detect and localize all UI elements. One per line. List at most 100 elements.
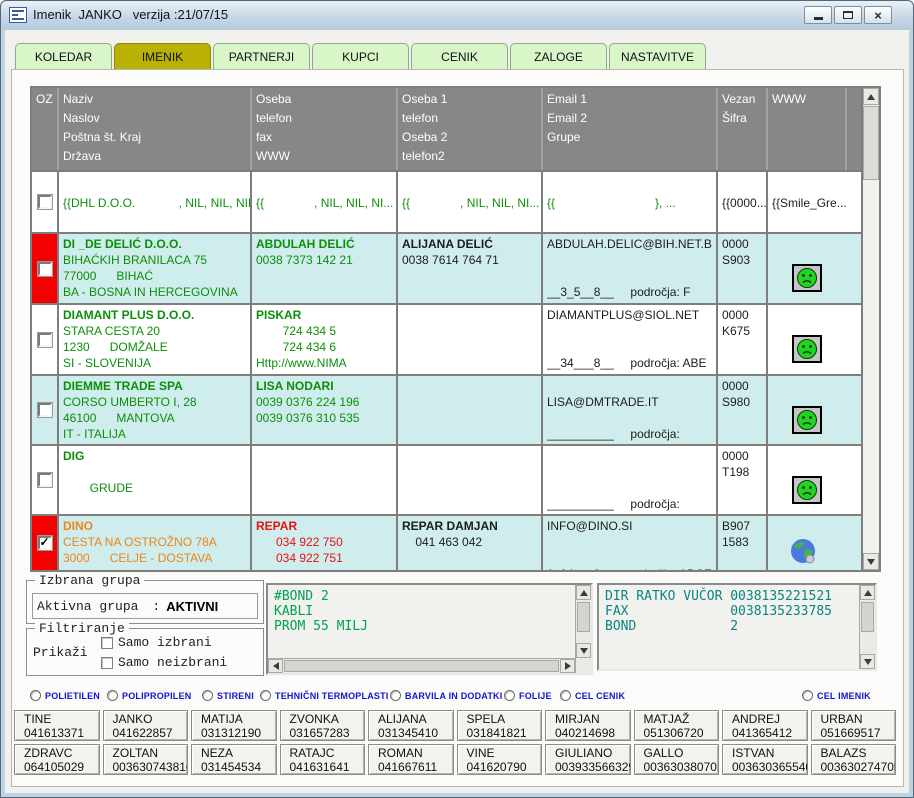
contact-button-neza[interactable]: NEZA031454534 — [191, 744, 277, 775]
table-row[interactable]: DIAMANT PLUS D.O.O. STARA CESTA 20 1230 … — [32, 305, 861, 376]
scroll-up-button[interactable] — [863, 88, 879, 105]
tab-cenik[interactable]: CENIK — [411, 43, 508, 69]
contact-button-roman[interactable]: ROMAN041667611 — [368, 744, 454, 775]
row-checkbox[interactable] — [38, 473, 52, 487]
tab-kupci[interactable]: KUPCI — [312, 43, 409, 69]
smiley-icon — [796, 409, 818, 431]
notes-memo[interactable]: #BOND 2 KABLI PROM 55 MILJ — [266, 583, 593, 675]
maximize-button[interactable] — [834, 6, 862, 24]
notes-vscrollbar[interactable] — [575, 585, 591, 673]
contact-button-matija[interactable]: MATIJA031312190 — [191, 710, 277, 741]
www-button[interactable] — [792, 406, 822, 434]
row-checkbox[interactable] — [38, 195, 52, 209]
cell-naziv: DIG — [63, 448, 250, 464]
table-row[interactable]: DIEMME TRADE SPA CORSO UMBERTO I, 28 461… — [32, 376, 861, 446]
cell-grupe: __________ področja: — [547, 426, 716, 442]
contact-button-ratajc[interactable]: RATAJC041631641 — [280, 744, 366, 775]
active-group-value: AKTIVNI — [166, 599, 218, 614]
cell-email: INFO@DINO.SI — [547, 518, 716, 534]
contact-button-istvan[interactable]: ISTVAN003630365540 — [722, 744, 808, 775]
www-button[interactable] — [792, 476, 822, 504]
notes-hscrollbar[interactable] — [268, 658, 575, 673]
col-oz[interactable]: OZ — [36, 90, 57, 109]
contact-button-matjaz[interactable]: MATJAŽ051306720 — [634, 710, 720, 741]
cell-naziv: DINO — [63, 518, 250, 534]
contact-button-mirjan[interactable]: MIRJAN040214698 — [545, 710, 631, 741]
only-selected-checkbox[interactable] — [101, 637, 113, 649]
contact-button-alijana[interactable]: ALIJANA031345410 — [368, 710, 454, 741]
contact-button-zoltan[interactable]: ZOLTAN003630743816 — [103, 744, 189, 775]
cell-oseba1: {{ , NIL, NIL, NI... — [402, 195, 539, 211]
contact-button-andrej[interactable]: ANDREJ041365412 — [722, 710, 808, 741]
row-checkbox[interactable] — [38, 333, 52, 347]
table-row[interactable]: DI _DE DELIĆ D.O.O. BIHAĆKIH BRANILACA 7… — [32, 234, 861, 305]
contact-button-vine[interactable]: VINE041620790 — [457, 744, 543, 775]
tab-zaloge[interactable]: ZALOGE — [510, 43, 607, 69]
cell-vezan: B907 — [722, 518, 766, 534]
cell-oseba1: ALIJANA DELIĆ — [402, 236, 541, 252]
only-unselected-checkbox[interactable] — [101, 657, 113, 669]
cell-naziv: DIAMANT PLUS D.O.O. — [63, 307, 250, 323]
titlebar[interactable]: Imenik JANKO verzija :21/07/15 × — [1, 1, 913, 30]
tab-koledar[interactable]: KOLEDAR — [15, 43, 112, 69]
radio-polipropilen[interactable]: POLIPROPILEN — [107, 690, 191, 701]
scroll-down-button[interactable] — [863, 553, 879, 570]
contact-info-memo[interactable]: DIR RATKO VUČOR 0038135221521 FAX 003813… — [597, 583, 877, 671]
active-group-field: Aktivna grupa : AKTIVNI — [32, 593, 258, 619]
col-www: WWW — [256, 147, 396, 166]
cell-email: {{ }, ... — [547, 195, 676, 211]
col-oseba[interactable]: Oseba — [256, 90, 396, 109]
contact-button-giuliano[interactable]: GIULIANO003933566329 — [545, 744, 631, 775]
www-button[interactable] — [792, 335, 822, 363]
contact-button-urban[interactable]: URBAN051669517 — [811, 710, 897, 741]
contact-button-zvonka[interactable]: ZVONKA031657283 — [280, 710, 366, 741]
contact-button-balazs[interactable]: BALAZS003630274705 — [811, 744, 897, 775]
radio-barvila-in-dodatki[interactable]: BARVILA IN DODATKI — [390, 690, 502, 701]
col-naziv[interactable]: Naziv — [63, 90, 250, 109]
scrollbar-thumb[interactable] — [863, 106, 879, 180]
table-row[interactable]: DINO CESTA NA OSTROŽNO 78A 3000 CELJE - … — [32, 516, 861, 570]
cell-grupe: __3_5__8__ področja: F — [547, 284, 716, 300]
table-row[interactable]: {{DHL D.O.O. , NIL, NIL, NIL... {{ , NIL… — [32, 172, 861, 234]
row-checkbox[interactable] — [38, 403, 52, 417]
table-row[interactable]: DIG GRUDE __________ področja: — [32, 446, 861, 516]
tab-nastavitve[interactable]: NASTAVITVE — [609, 43, 706, 69]
radio-icon — [107, 690, 118, 701]
cell-oseba: {{ , NIL, NIL, NI... — [256, 195, 393, 211]
app-icon — [9, 7, 27, 23]
cell-vezan: 0000 — [722, 236, 766, 252]
col-www-icon[interactable]: WWW — [772, 90, 845, 109]
minimize-button[interactable] — [804, 6, 832, 24]
col-naslov: Naslov — [63, 109, 250, 128]
contact-buttons-row2: ZDRAVC064105029 ZOLTAN003630743816 NEZA0… — [14, 744, 896, 775]
radio-folije[interactable]: FOLIJE — [504, 690, 552, 701]
cell-oseba: ABDULAH DELIĆ — [256, 236, 396, 252]
www-button[interactable] — [792, 264, 822, 292]
radio-cel-cenik[interactable]: CEL CENIK — [560, 690, 625, 701]
contact-button-tine[interactable]: TINE041613371 — [14, 710, 100, 741]
globe-icon — [790, 538, 817, 565]
tab-partnerji[interactable]: PARTNERJI — [213, 43, 310, 69]
row-checkbox[interactable] — [38, 536, 52, 550]
radio-polietilen[interactable]: POLIETILEN — [30, 690, 100, 701]
radio-tehnicni-termoplasti[interactable]: TEHNIČNI TERMOPLASTI — [260, 690, 389, 701]
col-email1[interactable]: Email 1 — [547, 90, 716, 109]
radio-stireni[interactable]: STIRENI — [202, 690, 254, 701]
radio-cel-imenik[interactable]: CEL IMENIK — [802, 690, 871, 701]
table-scrollbar[interactable] — [861, 88, 879, 570]
contact-button-zdravc[interactable]: ZDRAVC064105029 — [14, 744, 100, 775]
tab-imenik[interactable]: IMENIK — [114, 43, 211, 69]
col-postna: Poštna št. Kraj — [63, 128, 250, 147]
info-vscrollbar[interactable] — [859, 585, 875, 669]
group-box-legend: Izbrana grupa — [35, 573, 144, 588]
col-vezan[interactable]: Vezan — [722, 90, 766, 109]
col-telefon: telefon — [256, 109, 396, 128]
www-link[interactable] — [790, 538, 817, 570]
col-oseba1[interactable]: Oseba 1 — [402, 90, 541, 109]
row-checkbox[interactable] — [38, 262, 52, 276]
imenik-page: OZ Naziv Naslov Poštna št. Kraj Država O… — [11, 69, 904, 787]
contact-button-gallo[interactable]: GALLO003630380701 — [634, 744, 720, 775]
contact-button-janko[interactable]: JANKO041622857 — [103, 710, 189, 741]
close-button[interactable]: × — [864, 6, 892, 24]
contact-button-spela[interactable]: SPELA031841821 — [457, 710, 543, 741]
